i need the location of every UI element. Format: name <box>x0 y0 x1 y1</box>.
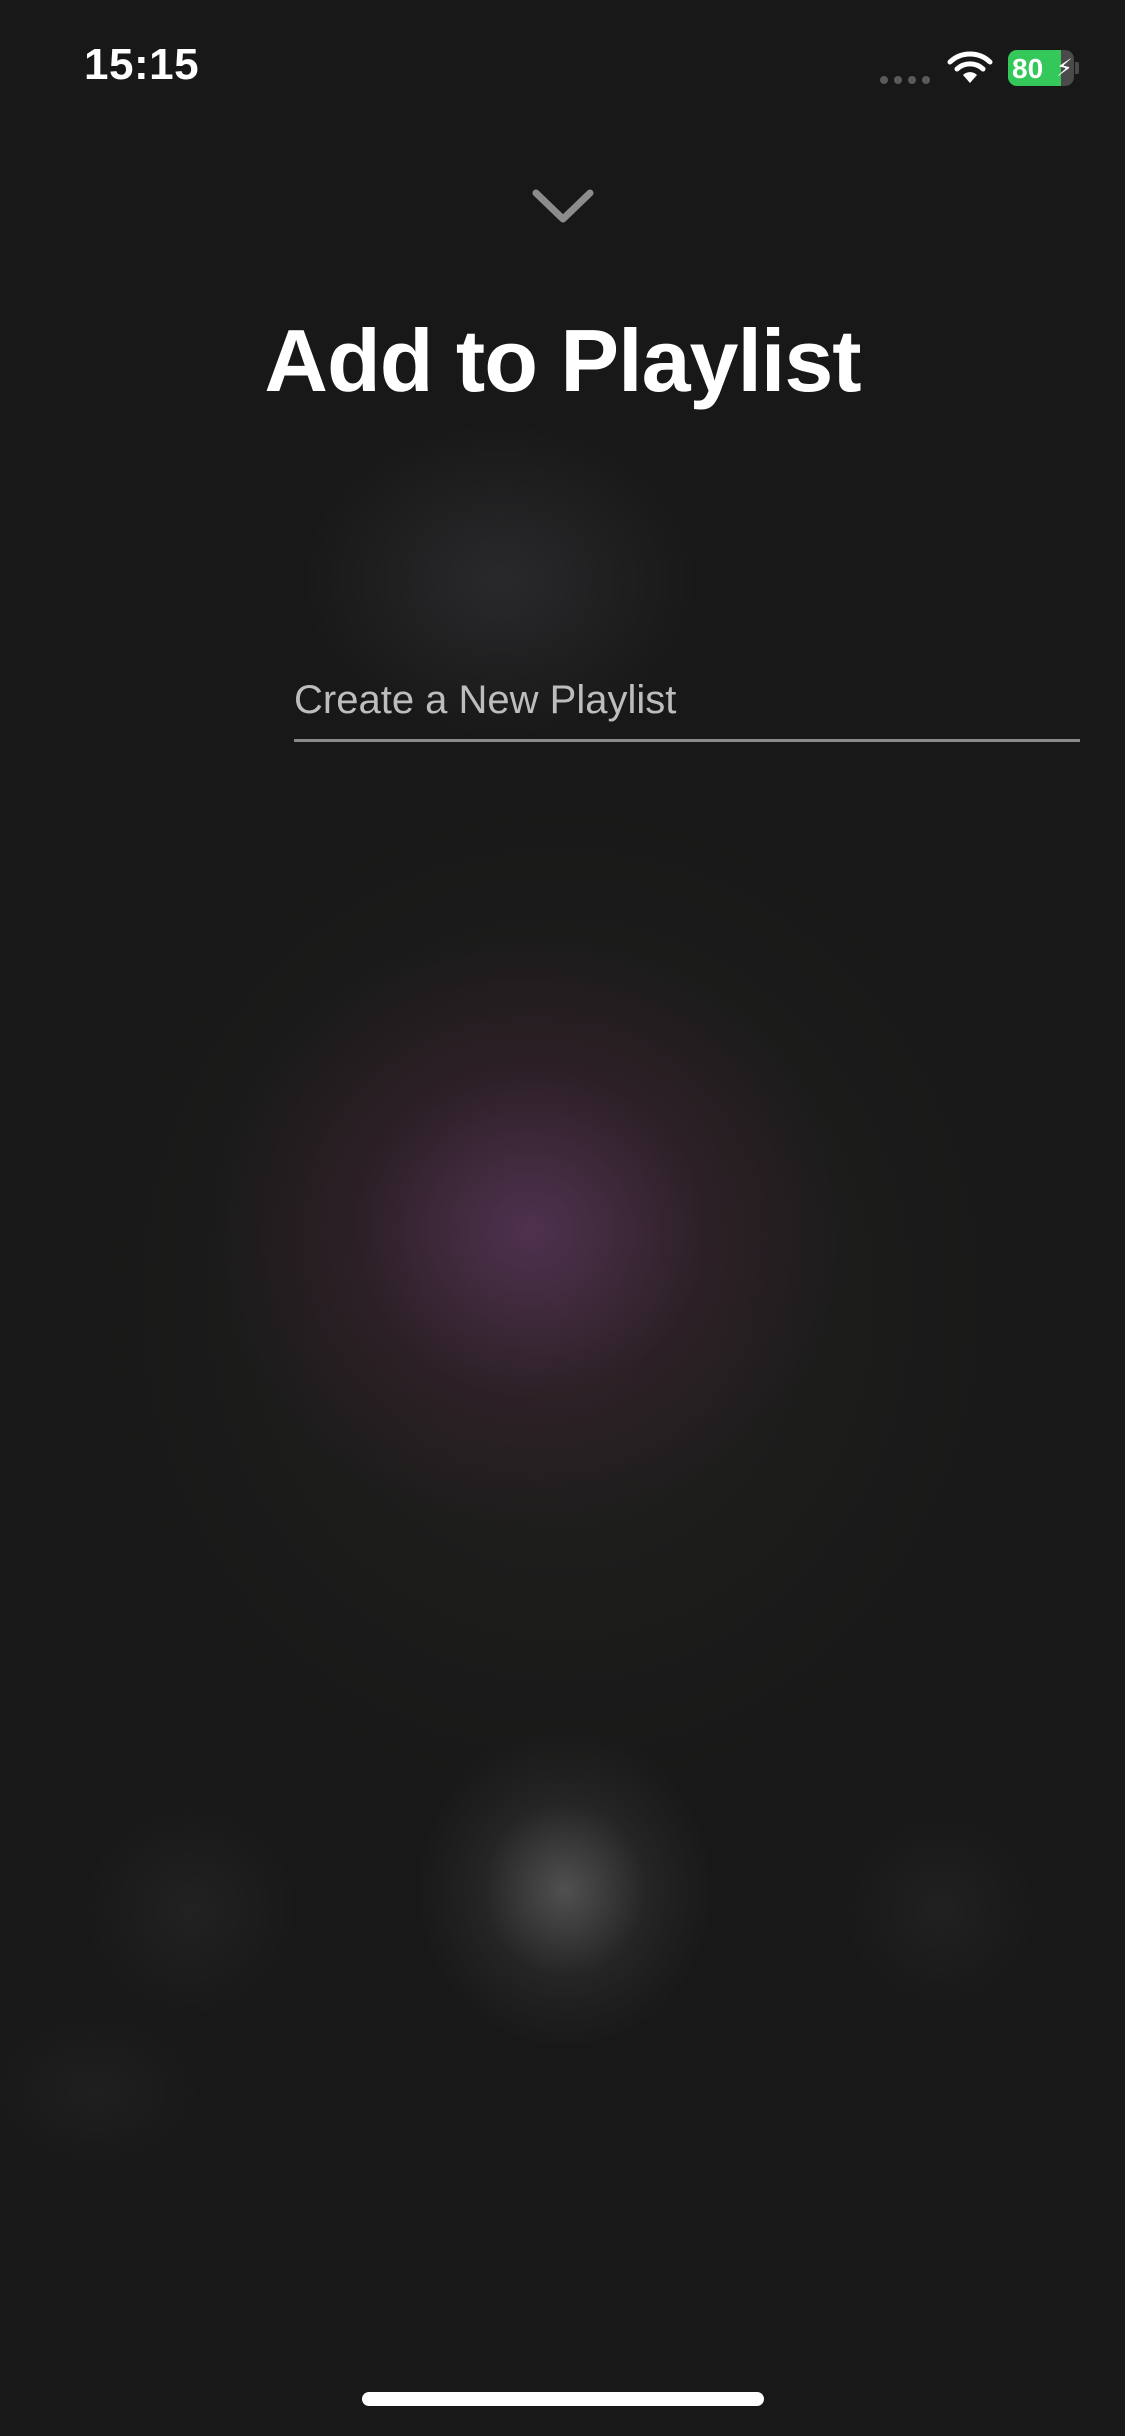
cellular-signal-icon <box>880 76 930 84</box>
battery-level: 80 <box>1012 53 1044 84</box>
page-title: Add to Playlist <box>264 311 861 410</box>
charging-bolt-icon: ⚡ <box>1056 55 1073 82</box>
add-to-playlist-screen: 15:15 80 ⚡ Add to Playlist <box>0 0 1125 2436</box>
home-indicator[interactable] <box>362 2392 764 2406</box>
chevron-down-icon[interactable] <box>530 185 596 225</box>
wifi-icon <box>947 51 993 83</box>
new-playlist-name-input[interactable] <box>294 662 1080 742</box>
status-bar: 15:15 80 ⚡ <box>0 0 1125 140</box>
status-time: 15:15 <box>84 40 200 89</box>
battery-icon: 80 ⚡ <box>1008 50 1079 86</box>
